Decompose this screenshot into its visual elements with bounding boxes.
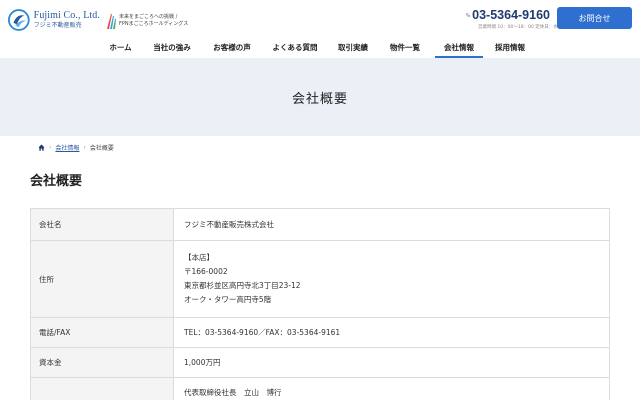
- breadcrumb: › 会社情報 › 会社概要: [38, 142, 114, 152]
- breadcrumb-current: 会社概要: [89, 144, 114, 152]
- chevron-right-icon: ›: [49, 143, 52, 151]
- table-row: 会社名 フジミ不動産販売株式会社: [30, 208, 610, 241]
- value-line: オーク・タワー高円寺5階: [184, 295, 272, 304]
- value-line: フジミ不動産販売株式会社: [184, 219, 274, 229]
- value-line: 東京都杉並区高円寺北3丁目23-12: [184, 281, 301, 290]
- main-nav: ホーム 当社の強み お客様の声 よくある質問 取引実績 物件一覧 会社情報 採用…: [98, 38, 537, 58]
- company-logo[interactable]: Fujimi Co., Ltd. フジミ不動産販売: [8, 6, 100, 34]
- row-label: 会社名: [30, 208, 174, 241]
- row-value: 代表取締役社長 立山 博行: [173, 377, 610, 400]
- row-value: 【本店】 〒166-0002 東京都杉並区高円寺北3丁目23-12 オーク・タワ…: [173, 240, 610, 318]
- hero-title: 会社概要: [291, 91, 348, 107]
- value-line: 【本店】: [184, 253, 214, 262]
- nav-item-strengths[interactable]: 当社の強み: [143, 38, 201, 56]
- value-line: 1,000万円: [184, 357, 221, 367]
- section-title: 会社概要: [30, 174, 83, 189]
- company-info-table: 会社名 フジミ不動産販売株式会社 住所 【本店】 〒166-0002 東京都杉並…: [30, 208, 610, 400]
- row-label: 電話/FAX: [30, 317, 174, 348]
- row-label: 資本金: [30, 347, 174, 378]
- nav-item-faq[interactable]: よくある質問: [263, 38, 327, 56]
- home-icon[interactable]: [38, 143, 45, 151]
- value-line: TEL：03-5364-9160／FAX：03-5364-9161: [184, 327, 341, 337]
- chevron-right-icon: ›: [83, 143, 86, 151]
- table-row: 電話/FAX TEL：03-5364-9160／FAX：03-5364-9161: [30, 317, 610, 348]
- business-hours: 営業時間 10：00〜18：00 定休日：水曜日: [478, 25, 567, 30]
- fujimi-logo-icon: [8, 9, 30, 31]
- phone-block: 03-5364-9160 営業時間 10：00〜18：00 定休日：水曜日: [466, 8, 567, 30]
- row-label: 住所: [30, 240, 174, 318]
- table-row: 資本金 1,000万円: [30, 347, 610, 378]
- group-logo-icon: [107, 14, 116, 29]
- nav-item-recruit[interactable]: 採用情報: [483, 38, 537, 56]
- nav-item-voices[interactable]: お客様の声: [201, 38, 263, 56]
- nav-item-properties[interactable]: 物件一覧: [379, 38, 431, 56]
- row-value: TEL：03-5364-9160／FAX：03-5364-9161: [173, 317, 610, 348]
- table-row: 住所 【本店】 〒166-0002 東京都杉並区高円寺北3丁目23-12 オーク…: [30, 240, 610, 318]
- nav-item-results[interactable]: 取引実績: [327, 38, 379, 56]
- phone-icon: [466, 13, 470, 17]
- site-header: Fujimi Co., Ltd. フジミ不動産販売 未来をまごころへの挑戦 / …: [0, 0, 640, 60]
- value-line: 代表取締役社長 立山 博行: [184, 387, 282, 397]
- group-name: FPNまごころホールディングス: [119, 20, 189, 27]
- value-line: 〒166-0002: [184, 267, 228, 276]
- group-tagline: 未来をまごころへの挑戦 /: [119, 14, 178, 20]
- row-value: フジミ不動産販売株式会社: [173, 208, 610, 241]
- contact-button[interactable]: お問合せ: [557, 7, 632, 29]
- page-hero: 会社概要: [0, 58, 640, 136]
- row-value: 1,000万円: [173, 347, 610, 378]
- table-row: 代表取締役社長 立山 博行: [30, 377, 610, 400]
- breadcrumb-company-info[interactable]: 会社情報: [55, 143, 79, 152]
- phone-number[interactable]: 03-5364-9160: [472, 8, 550, 22]
- nav-item-company[interactable]: 会社情報: [435, 38, 483, 58]
- row-label: [30, 377, 174, 400]
- group-logo[interactable]: 未来をまごころへの挑戦 / FPNまごころホールディングス: [106, 10, 206, 32]
- logo-english-name: Fujimi Co., Ltd.: [33, 10, 100, 21]
- nav-item-home[interactable]: ホーム: [98, 38, 143, 56]
- logo-japanese-name: フジミ不動産販売: [33, 22, 82, 29]
